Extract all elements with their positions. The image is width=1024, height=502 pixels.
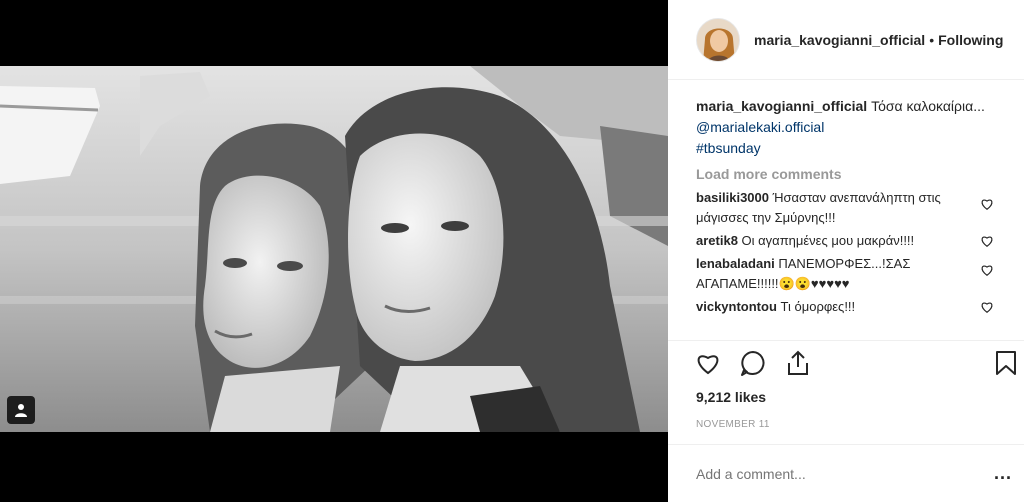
comment-icon[interactable] bbox=[739, 349, 767, 377]
load-more-comments-button[interactable]: Load more comments bbox=[696, 166, 1014, 182]
user-tag-icon[interactable] bbox=[7, 396, 35, 424]
header-username[interactable]: maria_kavogianni_official bbox=[754, 32, 925, 48]
comment-heart-icon[interactable] bbox=[980, 263, 994, 277]
comment-heart-icon[interactable] bbox=[980, 197, 994, 211]
comment-item: lenabaladani ΠΑΝΕΜΟΡΦΕΣ...!ΣΑΣ ΑΓΑΠΑΜΕ!!… bbox=[696, 254, 993, 294]
caption-hashtag[interactable]: #tbsunday bbox=[696, 140, 761, 156]
add-comment-bar: ... bbox=[668, 444, 1024, 502]
more-options-button[interactable]: ... bbox=[994, 463, 1012, 484]
comment-item: vickyntontou Τι όμορφες!!! bbox=[696, 297, 993, 317]
caption-text: Τόσα καλοκαίρια... bbox=[871, 98, 985, 114]
comment-text: Οι αγαπημένες μου μακράν!!!! bbox=[741, 233, 915, 248]
post-side-panel: maria_kavogianni_official • Following mari… bbox=[668, 0, 1024, 502]
comment-text: Τι όμορφες!!! bbox=[780, 299, 856, 314]
post-photo[interactable] bbox=[0, 66, 668, 432]
comment-username[interactable]: aretik8 bbox=[696, 233, 738, 248]
comments-section: maria_kavogianni_official Τόσα καλοκαίρι… bbox=[696, 96, 1014, 317]
bookmark-icon[interactable] bbox=[992, 349, 1020, 377]
likes-count[interactable]: 9,212 likes bbox=[696, 389, 766, 405]
heart-icon[interactable] bbox=[694, 349, 722, 377]
post-date[interactable]: NOVEMBER 11 bbox=[696, 419, 770, 430]
comment-username[interactable]: lenabaladani bbox=[696, 256, 775, 271]
comment-username[interactable]: basiliki3000 bbox=[696, 190, 769, 205]
post-header: maria_kavogianni_official • Following bbox=[668, 0, 1024, 80]
comment-heart-icon[interactable] bbox=[980, 234, 994, 248]
comment-heart-icon[interactable] bbox=[980, 300, 994, 314]
post-media bbox=[0, 0, 668, 502]
caption-mention[interactable]: @marialekaki.official bbox=[696, 119, 824, 135]
caption-username[interactable]: maria_kavogianni_official bbox=[696, 98, 867, 114]
comment-username[interactable]: vickyntontou bbox=[696, 299, 777, 314]
avatar[interactable] bbox=[696, 17, 740, 62]
share-icon[interactable] bbox=[784, 349, 812, 377]
photo-artwork bbox=[0, 66, 668, 432]
caption: maria_kavogianni_official Τόσα καλοκαίρι… bbox=[696, 96, 986, 159]
following-button[interactable]: Following bbox=[938, 32, 1003, 48]
comment-input[interactable] bbox=[696, 465, 976, 482]
comment-item: basiliki3000 Ήσασταν ανεπανάληπτη στις μ… bbox=[696, 188, 993, 228]
comment-item: aretik8 Οι αγαπημένες μου μακράν!!!! bbox=[696, 231, 993, 251]
follow-separator: • bbox=[929, 31, 935, 48]
header-text: maria_kavogianni_official • Following bbox=[754, 32, 1003, 48]
